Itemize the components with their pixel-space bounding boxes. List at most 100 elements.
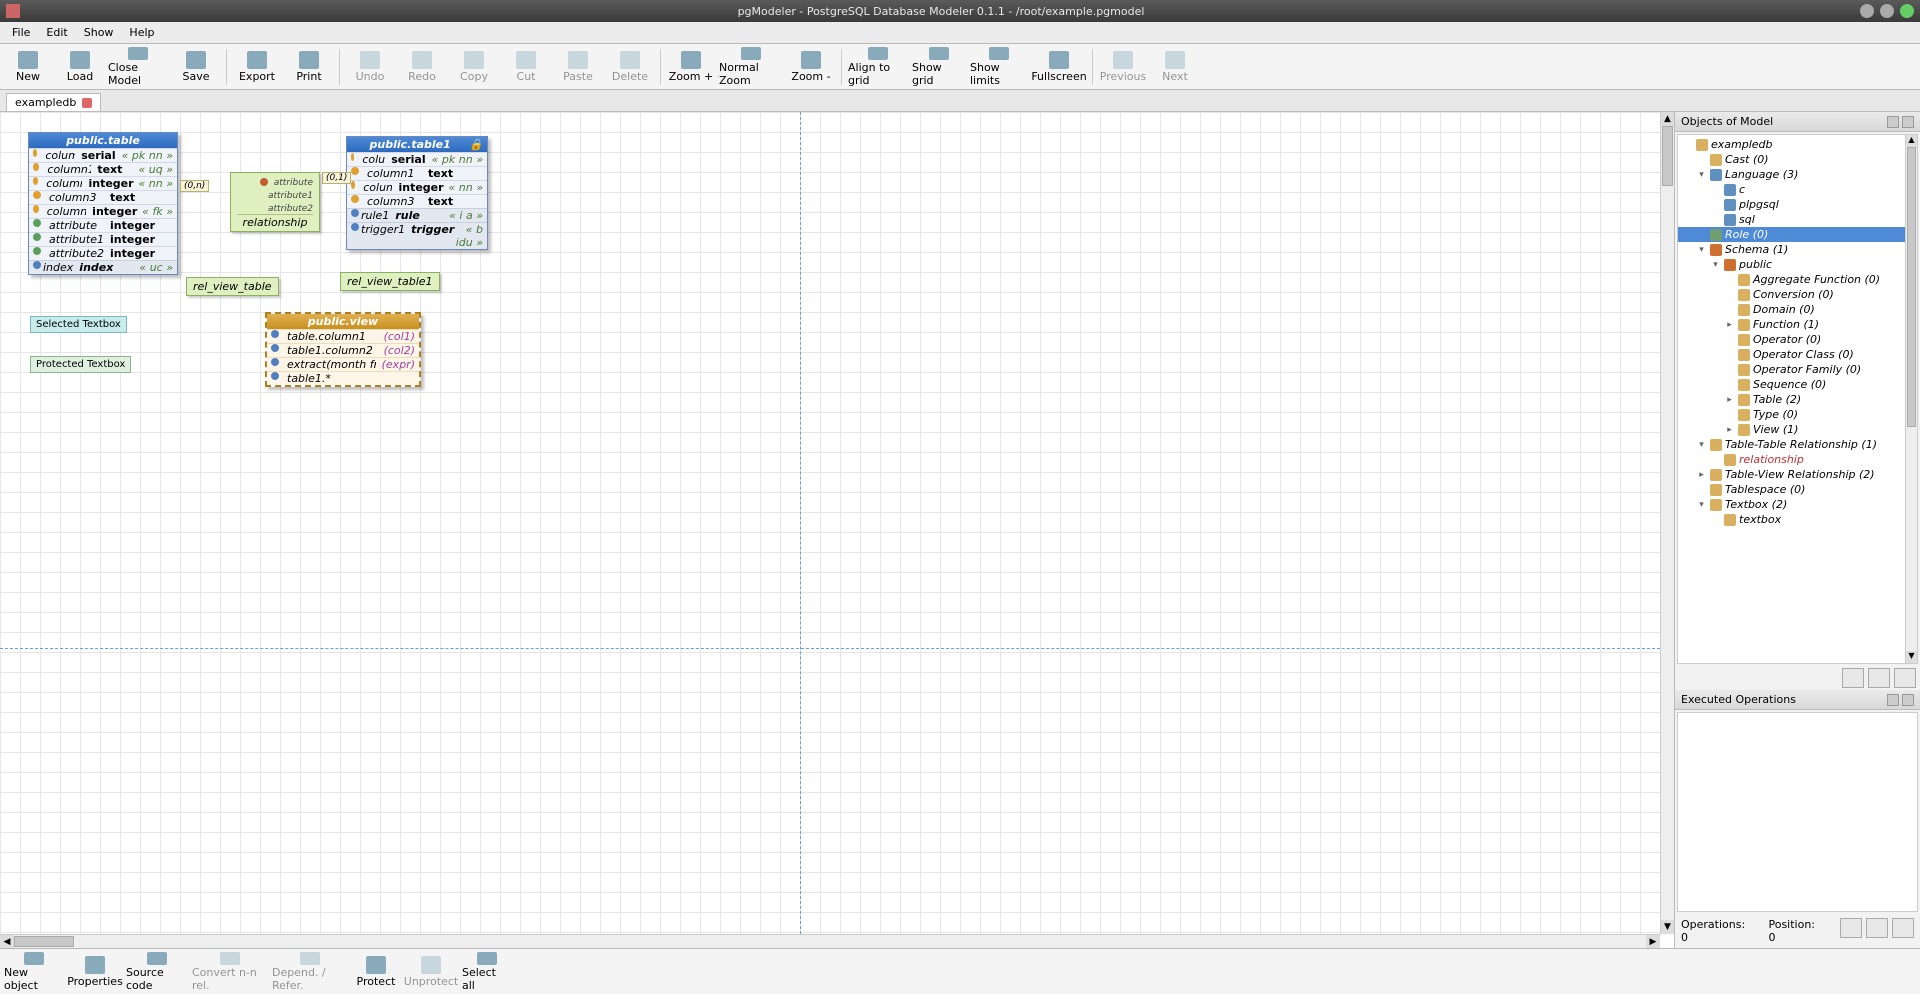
tree-node[interactable]: ▾public	[1678, 257, 1917, 272]
export-button[interactable]: Export	[232, 46, 282, 88]
tree-node[interactable]: relationship	[1678, 452, 1917, 467]
relview-label[interactable]: rel_view_table1	[340, 272, 440, 291]
close-tab-icon[interactable]	[82, 98, 92, 108]
print-button[interactable]: Print	[284, 46, 334, 88]
panel-close-button[interactable]	[1902, 694, 1914, 706]
table-object[interactable]: public.table1 🔒 columnserial« pk nn »col…	[346, 136, 488, 250]
menu-file[interactable]: File	[4, 24, 38, 41]
align-to-grid-button[interactable]: Align to grid	[847, 46, 909, 88]
tree-node[interactable]: Operator Class (0)	[1678, 347, 1917, 362]
fullscreen-button[interactable]: Fullscreen	[1031, 46, 1087, 88]
maximize-button[interactable]	[1880, 4, 1894, 18]
model-canvas[interactable]: public.table columnserial« pk nn »column…	[0, 112, 1660, 934]
expand-icon[interactable]: ▸	[1696, 470, 1707, 480]
tree-node[interactable]: Conversion (0)	[1678, 287, 1917, 302]
ops-undo-button[interactable]	[1840, 918, 1862, 938]
close-model-button[interactable]: Close Model	[107, 46, 169, 88]
panel-menu-button[interactable]	[1887, 694, 1899, 706]
expand-icon[interactable]: ▾	[1696, 440, 1707, 450]
canvas-vertical-scrollbar[interactable]: ▲ ▼	[1660, 112, 1674, 934]
tree-node[interactable]: plpgsql	[1678, 197, 1917, 212]
load-button[interactable]: Load	[55, 46, 105, 88]
tree-node[interactable]: Type (0)	[1678, 407, 1917, 422]
scroll-up-arrow[interactable]: ▲	[1661, 112, 1674, 126]
depend-refer-button[interactable]: Depend. / Refer.	[271, 951, 349, 993]
scroll-down-arrow[interactable]: ▼	[1661, 920, 1674, 934]
tree-node[interactable]: Tablespace (0)	[1678, 482, 1917, 497]
zoom-out-button[interactable]: Zoom -	[786, 46, 836, 88]
operations-list[interactable]	[1677, 712, 1918, 912]
tree-node[interactable]: ▸Table-View Relationship (2)	[1678, 467, 1917, 482]
relview-label[interactable]: rel_view_table	[186, 277, 279, 296]
canvas-horizontal-scrollbar[interactable]: ◀ ▶	[0, 934, 1660, 948]
tree-node[interactable]: Cast (0)	[1678, 152, 1917, 167]
tree-node[interactable]: Operator (0)	[1678, 332, 1917, 347]
expand-icon[interactable]: ▸	[1724, 320, 1735, 330]
tree-collapse-button[interactable]	[1842, 668, 1864, 688]
tree-expand-button[interactable]	[1868, 668, 1890, 688]
show-limits-button[interactable]: Show limits	[969, 46, 1029, 88]
tree-node[interactable]: exampledb	[1678, 137, 1917, 152]
properties-button[interactable]: Properties	[67, 951, 123, 993]
scroll-left-arrow[interactable]: ◀	[0, 935, 14, 948]
expand-icon[interactable]: ▾	[1696, 500, 1707, 510]
tree-node[interactable]: ▾Language (3)	[1678, 167, 1917, 182]
tree-node[interactable]: textbox	[1678, 512, 1917, 527]
select-all-button[interactable]: Select all	[461, 951, 513, 993]
minimize-button[interactable]	[1860, 4, 1874, 18]
expand-icon[interactable]: ▾	[1696, 170, 1707, 180]
tree-node[interactable]: sql	[1678, 212, 1917, 227]
next-button[interactable]: Next	[1150, 46, 1200, 88]
expand-icon[interactable]: ▾	[1696, 245, 1707, 255]
expand-icon[interactable]: ▸	[1724, 395, 1735, 405]
scroll-thumb[interactable]	[14, 936, 74, 947]
unprotect-button[interactable]: Unprotect	[403, 951, 459, 993]
expand-icon[interactable]: ▾	[1710, 260, 1721, 270]
normal-zoom-button[interactable]: Normal Zoom	[718, 46, 784, 88]
scroll-down-arrow[interactable]: ▼	[1906, 651, 1917, 663]
panel-close-button[interactable]	[1902, 116, 1914, 128]
panel-menu-button[interactable]	[1887, 116, 1899, 128]
tree-node[interactable]: Role (0)	[1678, 227, 1917, 242]
relationship-label[interactable]: attribute attribute1 attribute2 relation…	[230, 172, 320, 232]
objects-tree[interactable]: exampledbCast (0)▾Language (3)cplpgsqlsq…	[1677, 134, 1918, 664]
tree-node[interactable]: ▾Schema (1)	[1678, 242, 1917, 257]
tree-node[interactable]: ▾Textbox (2)	[1678, 497, 1917, 512]
scroll-thumb[interactable]	[1907, 147, 1916, 427]
new-button[interactable]: New	[3, 46, 53, 88]
tree-node[interactable]: ▾Table-Table Relationship (1)	[1678, 437, 1917, 452]
source-code-button[interactable]: Source code	[125, 951, 189, 993]
tree-node[interactable]: Domain (0)	[1678, 302, 1917, 317]
view-object[interactable]: public.view table.column1(col1)table1.co…	[265, 312, 421, 387]
model-tab[interactable]: exampledb	[6, 93, 101, 111]
expand-icon[interactable]: ▸	[1724, 425, 1735, 435]
protect-button[interactable]: Protect	[351, 951, 401, 993]
table-object[interactable]: public.table columnserial« pk nn »column…	[28, 132, 178, 275]
tree-node[interactable]: Sequence (0)	[1678, 377, 1917, 392]
scroll-right-arrow[interactable]: ▶	[1646, 935, 1660, 948]
menu-help[interactable]: Help	[121, 24, 162, 41]
tree-node[interactable]: ▸View (1)	[1678, 422, 1917, 437]
tree-node[interactable]: Operator Family (0)	[1678, 362, 1917, 377]
tree-node[interactable]: ▸Function (1)	[1678, 317, 1917, 332]
redo-button[interactable]: Redo	[397, 46, 447, 88]
convert-rel-button[interactable]: Convert n-n rel.	[191, 951, 269, 993]
previous-button[interactable]: Previous	[1098, 46, 1148, 88]
show-grid-button[interactable]: Show grid	[911, 46, 967, 88]
delete-button[interactable]: Delete	[605, 46, 655, 88]
undo-button[interactable]: Undo	[345, 46, 395, 88]
menu-edit[interactable]: Edit	[38, 24, 75, 41]
tree-node[interactable]: ▸Table (2)	[1678, 392, 1917, 407]
paste-button[interactable]: Paste	[553, 46, 603, 88]
tree-vertical-scrollbar[interactable]: ▲ ▼	[1905, 135, 1917, 663]
ops-redo-button[interactable]	[1866, 918, 1888, 938]
zoom-in-button[interactable]: Zoom +	[666, 46, 716, 88]
tree-node[interactable]: Aggregate Function (0)	[1678, 272, 1917, 287]
menu-show[interactable]: Show	[76, 24, 122, 41]
tree-node[interactable]: c	[1678, 182, 1917, 197]
save-button[interactable]: Save	[171, 46, 221, 88]
close-window-button[interactable]	[1900, 4, 1914, 18]
tree-list-button[interactable]	[1894, 668, 1916, 688]
ops-clear-button[interactable]	[1892, 918, 1914, 938]
scroll-up-arrow[interactable]: ▲	[1906, 135, 1917, 147]
